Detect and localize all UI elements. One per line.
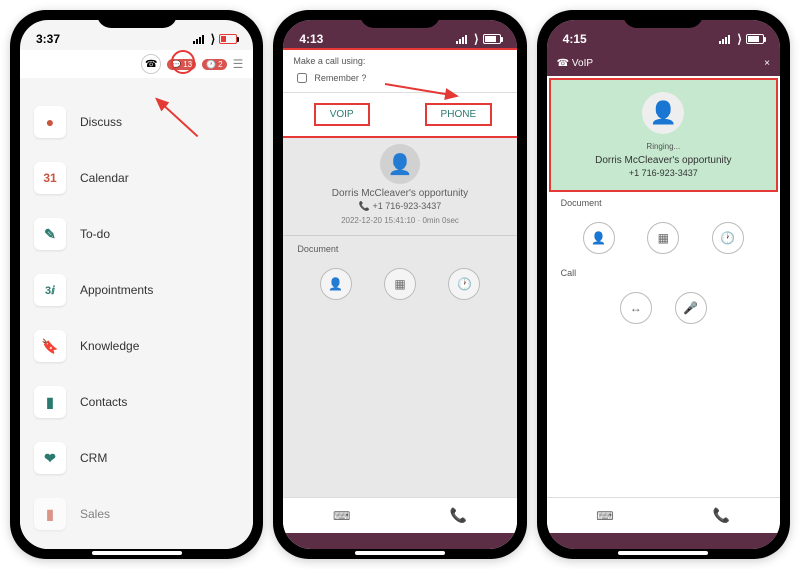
wifi-icon: ⟩ bbox=[474, 32, 479, 46]
home-indicator bbox=[92, 551, 182, 555]
bottom-bar: ⌨ 📞 bbox=[283, 497, 516, 533]
bottom-bar: ⌨ 📞 bbox=[547, 497, 780, 533]
call-icon[interactable]: 📞 bbox=[450, 507, 467, 524]
contact-icon-button[interactable]: 👤 bbox=[320, 268, 352, 300]
dimmed-background: 👤 Dorris McCleaver's opportunity 📞 +1 71… bbox=[283, 144, 516, 549]
app-label: Knowledge bbox=[80, 339, 139, 353]
bottom-strip bbox=[547, 533, 780, 549]
ringing-card: 👤 Ringing... Dorris McCleaver's opportun… bbox=[549, 78, 778, 192]
notch bbox=[97, 10, 177, 28]
app-item-calendar[interactable]: 31 Calendar bbox=[34, 150, 239, 206]
activity-icon-button[interactable]: 🕐 bbox=[712, 222, 744, 254]
appointments-icon: 3ⅈ bbox=[34, 274, 66, 306]
opportunity-name: Dorris McCleaver's opportunity bbox=[283, 188, 516, 199]
app-label: CRM bbox=[80, 451, 107, 465]
app-label: Sales bbox=[80, 507, 110, 521]
status-time: 3:37 bbox=[36, 32, 60, 46]
activity-badge[interactable]: 🕐2 bbox=[202, 59, 226, 70]
voip-header: ☎ VoIP × bbox=[547, 50, 780, 76]
details-icon-button[interactable]: ▦ bbox=[384, 268, 416, 300]
voip-title: ☎ VoIP bbox=[557, 58, 593, 69]
mute-icon-button[interactable]: 🎤 bbox=[675, 292, 707, 324]
app-label: Appointments bbox=[80, 283, 153, 297]
wifi-icon: ⟩ bbox=[211, 32, 216, 46]
activity-icon-button[interactable]: 🕐 bbox=[448, 268, 480, 300]
app-label: Calendar bbox=[80, 171, 129, 185]
sales-icon: ▮ bbox=[34, 498, 66, 530]
top-toolbar: ☎ 💬13 🕐2 ☰ bbox=[20, 50, 253, 78]
home-indicator bbox=[355, 551, 445, 555]
app-label: Contacts bbox=[80, 395, 127, 409]
app-item-todo[interactable]: ✎ To-do bbox=[34, 206, 239, 262]
signal-icon bbox=[719, 34, 733, 44]
bottom-strip bbox=[283, 533, 516, 549]
phone-widget-icon[interactable]: ☎ bbox=[141, 54, 161, 74]
notch bbox=[623, 10, 703, 28]
crm-icon: ❤ bbox=[34, 442, 66, 474]
discuss-icon: ● bbox=[34, 106, 66, 138]
wifi-icon: ⟩ bbox=[737, 32, 742, 46]
ringing-label: Ringing... bbox=[563, 142, 764, 151]
remember-checkbox[interactable] bbox=[297, 73, 307, 83]
app-item-appointments[interactable]: 3ⅈ Appointments bbox=[34, 262, 239, 318]
phone-number: +1 716-923-3437 bbox=[563, 168, 764, 178]
app-item-sales[interactable]: ▮ Sales bbox=[34, 486, 239, 542]
calendar-icon: 31 bbox=[34, 162, 66, 194]
signal-icon bbox=[456, 34, 470, 44]
contact-avatar: 👤 bbox=[380, 144, 420, 184]
phone-number: 📞 +1 716-923-3437 bbox=[283, 201, 516, 212]
app-list: ● Discuss 31 Calendar ✎ To-do 3ⅈ Appoint… bbox=[20, 78, 253, 549]
call-label: Call bbox=[547, 264, 780, 282]
signal-icon bbox=[193, 34, 207, 44]
battery-icon bbox=[746, 34, 764, 44]
battery-icon bbox=[483, 34, 501, 44]
close-icon[interactable]: × bbox=[764, 58, 770, 69]
notch bbox=[360, 10, 440, 28]
hangup-icon[interactable]: 📞 bbox=[713, 507, 730, 524]
menu-icon[interactable]: ☰ bbox=[233, 57, 244, 71]
status-time: 4:15 bbox=[563, 32, 587, 46]
call-dialog: Make a call using: Remember ? VOIP PHONE bbox=[283, 48, 516, 138]
status-time: 4:13 bbox=[299, 32, 323, 46]
contacts-icon: ▮ bbox=[34, 386, 66, 418]
document-label: Document bbox=[283, 240, 516, 258]
contact-avatar: 👤 bbox=[642, 92, 684, 134]
app-item-contacts[interactable]: ▮ Contacts bbox=[34, 374, 239, 430]
todo-icon: ✎ bbox=[34, 218, 66, 250]
keypad-icon[interactable]: ⌨ bbox=[596, 509, 613, 523]
knowledge-icon: 🔖 bbox=[34, 330, 66, 362]
phone-mockup-3: 4:15 ⟩ ☎ VoIP × 👤 Ringing... Dorris McCl… bbox=[537, 10, 790, 559]
transfer-icon-button[interactable]: ↔ bbox=[620, 292, 652, 324]
home-indicator bbox=[618, 551, 708, 555]
app-label: To-do bbox=[80, 227, 110, 241]
messages-badge[interactable]: 💬13 bbox=[167, 59, 196, 70]
details-icon-button[interactable]: ▦ bbox=[647, 222, 679, 254]
opportunity-name: Dorris McCleaver's opportunity bbox=[563, 155, 764, 166]
keypad-icon[interactable]: ⌨ bbox=[333, 509, 350, 523]
remember-label: Remember ? bbox=[314, 73, 366, 83]
app-label: Discuss bbox=[80, 115, 122, 129]
annotation-arrow bbox=[383, 76, 463, 109]
battery-icon bbox=[219, 34, 237, 44]
document-label: Document bbox=[547, 194, 780, 212]
app-item-discuss[interactable]: ● Discuss bbox=[34, 94, 239, 150]
phone-mockup-2: 4:13 ⟩ Make a call using: Remember ? VOI… bbox=[273, 10, 526, 559]
dialog-title: Make a call using: bbox=[293, 56, 506, 66]
app-item-knowledge[interactable]: 🔖 Knowledge bbox=[34, 318, 239, 374]
app-item-crm[interactable]: ❤ CRM bbox=[34, 430, 239, 486]
phone-mockup-1: 3:37 ⟩ ☎ 💬13 🕐2 ☰ ● Discuss 31 Calend bbox=[10, 10, 263, 559]
call-timestamp: 2022-12-20 15:41:10 · 0min 0sec bbox=[283, 216, 516, 225]
contact-icon-button[interactable]: 👤 bbox=[583, 222, 615, 254]
